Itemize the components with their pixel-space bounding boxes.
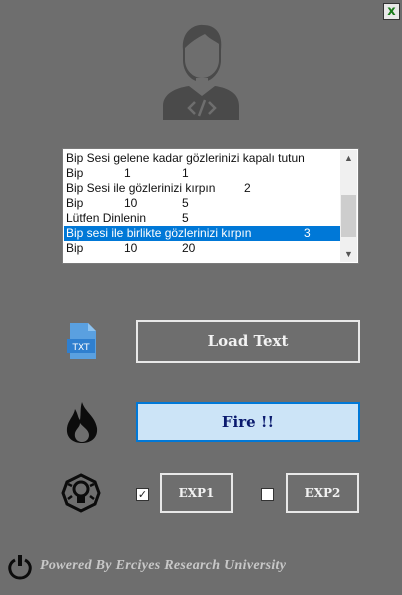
checkmark-icon: ✓ bbox=[137, 488, 148, 501]
fire-button[interactable]: Fire !! bbox=[136, 402, 360, 442]
list-item-text: 5 bbox=[182, 211, 189, 225]
list-item-text: Bip bbox=[66, 166, 84, 180]
list-item-text: 3 bbox=[304, 226, 311, 240]
list-item-text: Bip bbox=[66, 196, 84, 210]
list-item[interactable]: Bip 10 5 bbox=[64, 196, 340, 211]
load-text-button[interactable]: Load Text bbox=[136, 320, 360, 363]
footer-credit: Powered By Erciyes Research University bbox=[40, 558, 287, 573]
list-item[interactable]: Bip 10 20 bbox=[64, 241, 340, 256]
exp1-checkbox[interactable]: ✓ bbox=[136, 488, 149, 501]
scroll-up-icon[interactable]: ▲ bbox=[340, 150, 357, 166]
list-item-text: Bip bbox=[66, 241, 84, 255]
power-icon bbox=[8, 555, 32, 580]
list-item-text: Bip Sesi ile gözlerinizi kırpın bbox=[66, 181, 216, 195]
exp2-checkbox[interactable] bbox=[261, 488, 274, 501]
text-file-icon: TXT bbox=[67, 323, 96, 359]
fire-icon bbox=[66, 402, 98, 443]
list-item-text: 1 bbox=[182, 166, 189, 180]
list-item[interactable]: Bip 1 1 bbox=[64, 166, 340, 181]
list-item-text: Bip sesi ile birlikte gözlerinizi kırpın bbox=[66, 226, 252, 240]
list-item[interactable]: Bip Sesi gelene kadar gözlerinizi kapalı… bbox=[64, 151, 340, 166]
close-button[interactable]: x bbox=[383, 3, 400, 20]
list-item-text: 1 bbox=[124, 166, 131, 180]
scroll-down-icon[interactable]: ▼ bbox=[340, 246, 357, 262]
list-item[interactable]: Lütfen Dinlenin 5 bbox=[64, 211, 340, 226]
instruction-list: Bip Sesi gelene kadar gözlerinizi kapalı… bbox=[64, 151, 340, 256]
scrollbar-thumb[interactable] bbox=[341, 195, 356, 237]
brain-icon bbox=[61, 473, 101, 513]
instruction-listbox[interactable]: Bip Sesi gelene kadar gözlerinizi kapalı… bbox=[62, 148, 359, 264]
list-item-text: 10 bbox=[124, 196, 138, 210]
list-item-text: 20 bbox=[182, 241, 196, 255]
list-item-text: 5 bbox=[182, 196, 189, 210]
exp2-button[interactable]: EXP2 bbox=[286, 473, 359, 513]
list-item-text: Bip Sesi gelene kadar gözlerinizi kapalı… bbox=[66, 151, 305, 165]
list-item-text: 10 bbox=[124, 241, 138, 255]
close-icon: x bbox=[387, 4, 396, 19]
list-item[interactable]: Bip Sesi ile gözlerinizi kırpın 2 bbox=[64, 181, 340, 196]
exp1-button[interactable]: EXP1 bbox=[160, 473, 233, 513]
list-item-text: 2 bbox=[244, 181, 251, 195]
developer-avatar-icon bbox=[163, 24, 239, 120]
svg-text:TXT: TXT bbox=[71, 343, 90, 353]
listbox-scrollbar[interactable]: ▲ ▼ bbox=[340, 150, 357, 262]
list-item-text: Lütfen Dinlenin bbox=[66, 211, 147, 225]
list-item[interactable]: Bip sesi ile birlikte gözlerinizi kırpın… bbox=[64, 226, 340, 241]
